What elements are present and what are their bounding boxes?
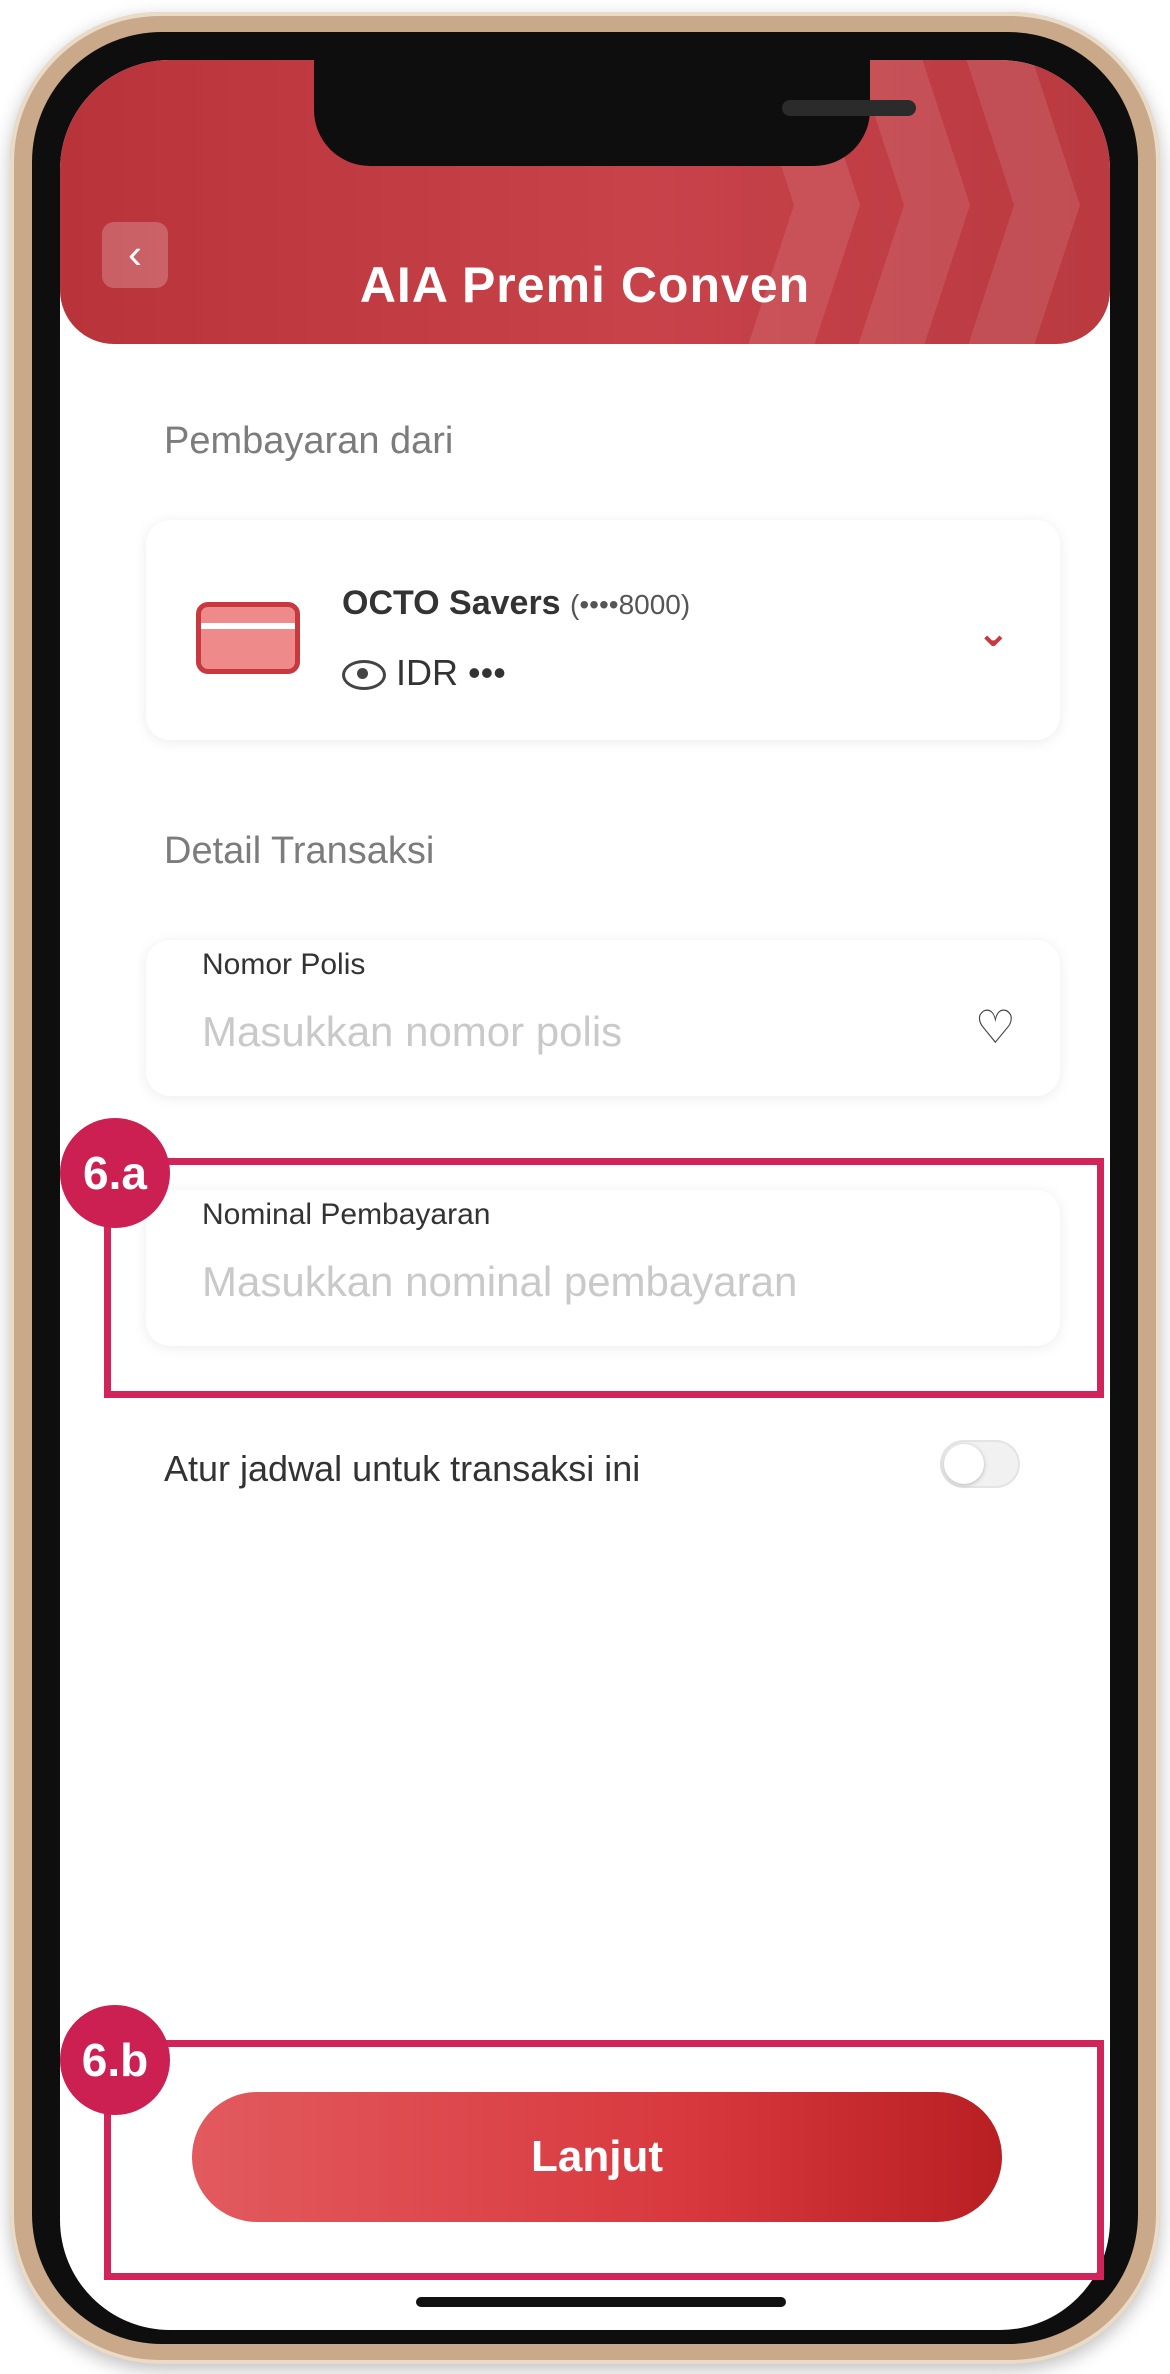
account-selector[interactable]: OCTO Savers (••••8000) IDR ••• ⌄ — [146, 520, 1060, 740]
account-number: (••••8000) — [570, 589, 691, 620]
policy-number-label: Nomor Polis — [202, 948, 366, 981]
chevron-down-icon[interactable]: ⌄ — [976, 610, 1010, 656]
annotation-box-6b — [104, 2040, 1104, 2280]
payment-source-label: Pembayaran dari — [164, 420, 454, 462]
card-icon — [196, 602, 300, 674]
phone-notch — [314, 60, 916, 166]
policy-number-field[interactable]: Nomor Polis Masukkan nomor polis ♡ — [146, 940, 1060, 1096]
account-balance: IDR ••• — [342, 652, 506, 694]
eye-icon[interactable] — [342, 660, 386, 691]
page-title: AIA Premi Conven — [359, 257, 811, 313]
policy-number-input[interactable]: Masukkan nomor polis — [202, 1008, 622, 1056]
annotation-box-6a — [104, 1158, 1104, 1398]
schedule-label: Atur jadwal untuk transaksi ini — [164, 1448, 641, 1489]
home-indicator — [416, 2297, 786, 2307]
transaction-detail-label: Detail Transaksi — [164, 830, 435, 872]
heart-icon[interactable]: ♡ — [975, 1000, 1016, 1054]
annotation-badge-6b: 6.b — [60, 2005, 170, 2115]
speaker-grille — [782, 100, 916, 116]
toggle-knob — [944, 1444, 984, 1484]
annotation-badge-6a: 6.a — [60, 1118, 170, 1228]
account-name: OCTO Savers (••••8000) — [342, 584, 691, 622]
schedule-toggle[interactable] — [940, 1440, 1020, 1488]
